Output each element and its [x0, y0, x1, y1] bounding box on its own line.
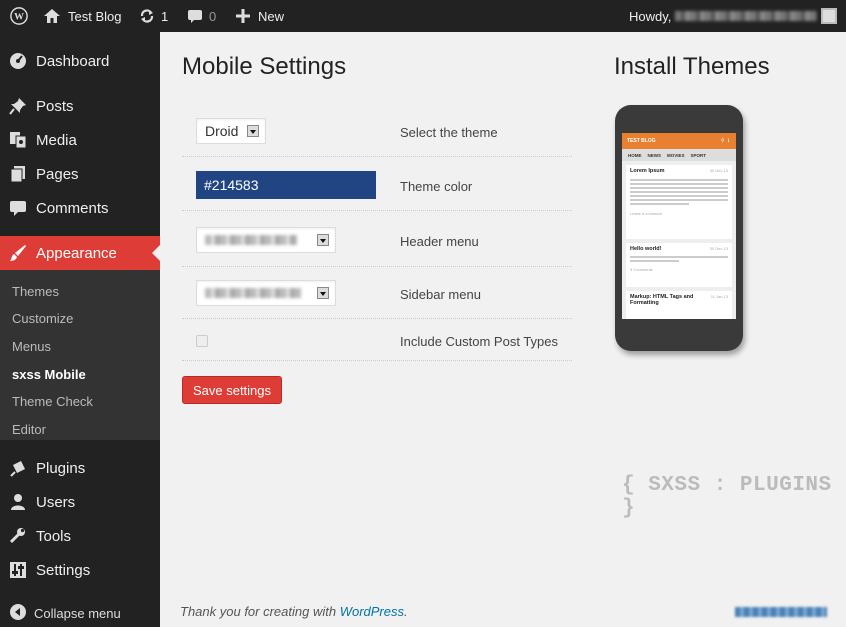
plus-icon [236, 9, 250, 23]
submenu-item-menus[interactable]: Menus [12, 339, 51, 354]
settings-row-theme: Droid Select the theme [182, 109, 572, 157]
phone-post-card: 11 Jan 13 Markup: HTML Tags and Formatti… [626, 291, 732, 319]
menu-item-users[interactable]: Users [0, 485, 160, 519]
collapse-arrow-icon [10, 604, 26, 623]
menu-item-pages[interactable]: Pages [0, 157, 160, 191]
phone-preview[interactable]: TEST BLOG ⚲ ⋮ HOME NEWS MOVIES SPORT 30 … [615, 105, 743, 351]
site-name-link[interactable]: Test Blog [44, 0, 121, 32]
new-content-link[interactable]: New [236, 0, 284, 32]
custom-post-types-checkbox[interactable] [196, 335, 208, 347]
comments-count: 0 [209, 8, 217, 24]
pages-icon [0, 165, 36, 183]
pushpin-icon [0, 97, 36, 115]
phone-post-card: 30 Dec 13 Lorem Ipsum Leave a comment [626, 165, 732, 239]
menu-item-tools[interactable]: Tools [0, 519, 160, 553]
home-icon [44, 9, 60, 23]
users-icon [0, 493, 36, 511]
sidebar-menu-select[interactable] [196, 280, 336, 306]
header-menu-value-blurred [205, 235, 297, 245]
submenu-item-customize[interactable]: Customize [12, 311, 73, 326]
new-label: New [258, 8, 285, 24]
site-name: Test Blog [68, 8, 122, 24]
settings-row-header-menu: Header menu [182, 211, 572, 267]
save-settings-button[interactable]: Save settings [182, 376, 282, 404]
admin-bar: W Test Blog 1 0 New Howdy, [0, 0, 846, 32]
custom-post-types-label: Include Custom Post Types [400, 334, 559, 349]
howdy-label: Howdy, [629, 8, 672, 24]
menu-item-settings[interactable]: Settings [0, 553, 160, 587]
header-menu-select[interactable] [196, 227, 336, 253]
updates-count: 1 [161, 8, 169, 24]
footer-text: Thank you for creating with WordPress. [180, 604, 408, 619]
comments-link[interactable]: 0 [187, 0, 216, 32]
chevron-down-icon [317, 287, 329, 299]
settings-row-sidebar-menu: Sidebar menu [182, 267, 572, 319]
theme-color-label: Theme color [400, 179, 473, 194]
sidebar-menu-label: Sidebar menu [400, 287, 481, 302]
phone-post-card: 30 Dec 13 Hello world! 3 Comments [626, 243, 732, 287]
menu-item-media[interactable]: Media [0, 123, 160, 157]
phone-nav: HOME NEWS MOVIES SPORT [622, 149, 736, 161]
settings-icon [0, 561, 36, 579]
submenu-item-editor[interactable]: Editor [12, 422, 46, 437]
sidebar-menu-value-blurred [205, 288, 301, 298]
menu-item-comments[interactable]: Comments [0, 191, 160, 225]
settings-row-theme-color: #214583 Theme color [182, 157, 572, 211]
chevron-down-icon [317, 234, 329, 246]
phone-search-icon: ⚲ ⋮ [720, 138, 731, 144]
menu-item-posts[interactable]: Posts [0, 89, 160, 123]
menu-item-dashboard[interactable]: Dashboard [0, 44, 160, 78]
svg-text:W: W [14, 12, 24, 23]
plugin-icon [0, 459, 36, 477]
wrench-icon [0, 527, 36, 545]
sxss-plugins-logo: { SXSS : PLUGINS } [622, 474, 832, 520]
theme-color-input[interactable]: #214583 [196, 171, 376, 199]
chevron-down-icon [247, 125, 259, 137]
install-themes-title: Install Themes [614, 53, 770, 80]
wordpress-link[interactable]: WordPress [340, 604, 404, 619]
dashboard-icon [0, 52, 36, 70]
comment-icon [0, 199, 36, 217]
collapse-menu-button[interactable]: Collapse menu [10, 604, 121, 623]
settings-row-custom-post-types: Include Custom Post Types [182, 319, 572, 361]
paintbrush-icon [0, 244, 36, 262]
page-title: Mobile Settings [182, 53, 347, 80]
my-account-link[interactable]: Howdy, [629, 0, 818, 32]
submenu-item-themes[interactable]: Themes [12, 284, 59, 299]
header-menu-label: Header menu [400, 234, 479, 249]
updates-icon [139, 8, 155, 24]
admin-sidebar: Dashboard Posts Media Pages Comments App… [0, 32, 160, 627]
media-icon [0, 131, 36, 149]
theme-label: Select the theme [400, 125, 498, 140]
updates-link[interactable]: 1 [139, 0, 168, 32]
username-blurred [675, 11, 818, 21]
main-content: Mobile Settings Droid Select the theme #… [160, 32, 846, 627]
appearance-submenu: Themes Customize Menus sxss Mobile Theme… [0, 270, 160, 440]
version-blurred [735, 607, 827, 617]
menu-item-plugins[interactable]: Plugins [0, 451, 160, 485]
wordpress-logo-icon[interactable]: W [10, 0, 28, 32]
comment-bubble-icon [187, 9, 203, 24]
menu-item-appearance[interactable]: Appearance [0, 236, 160, 270]
phone-header: TEST BLOG ⚲ ⋮ [622, 133, 736, 149]
phone-screen: TEST BLOG ⚲ ⋮ HOME NEWS MOVIES SPORT 30 … [622, 133, 736, 319]
submenu-item-sxss-mobile[interactable]: sxss Mobile [12, 367, 86, 382]
avatar[interactable] [821, 8, 837, 24]
theme-select[interactable]: Droid [196, 118, 266, 144]
submenu-item-theme-check[interactable]: Theme Check [12, 394, 93, 409]
